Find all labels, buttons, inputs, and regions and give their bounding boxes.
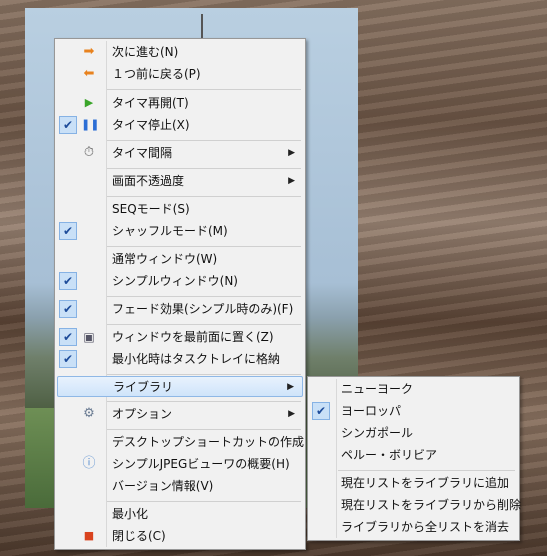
menu-separator: [107, 401, 301, 402]
menu-item-fade[interactable]: ✔ フェード効果(シンプル時のみ)(F): [57, 299, 303, 320]
menu-separator: [107, 89, 301, 90]
menu-item-label: 現在リストをライブラリに追加: [341, 476, 510, 490]
submenu-arrow-icon: ▶: [288, 176, 295, 186]
menu-item-label: 通常ウィンドウ(W): [112, 252, 218, 266]
submenu-item-singapore[interactable]: シンガポール: [310, 423, 517, 444]
menu-item-label: ペルー・ボリビア: [341, 448, 438, 462]
checkmark-icon: ✔: [59, 222, 77, 240]
menu-item-label: 画面不透過度: [112, 174, 185, 188]
photo-tower: [201, 14, 203, 40]
submenu-item-clear[interactable]: ライブラリから全リストを消去: [310, 517, 517, 538]
submenu-arrow-icon: ▶: [288, 409, 295, 419]
menu-item-label: タイマ間隔: [112, 146, 173, 160]
play-icon: ▶: [84, 96, 94, 109]
menu-separator: [107, 429, 301, 430]
arrow-left-icon: ⬅: [83, 66, 95, 81]
checkmark-icon: ✔: [59, 300, 77, 318]
menu-item-label: 閉じる(C): [112, 529, 166, 543]
menu-separator: [107, 196, 301, 197]
menu-item-label: 現在リストをライブラリから削除: [341, 498, 522, 512]
menu-item-opacity[interactable]: 画面不透過度 ▶: [57, 171, 303, 192]
menu-item-label: タイマ再開(T): [112, 96, 189, 110]
menu-item-label: ウィンドウを最前面に置く(Z): [112, 330, 274, 344]
menu-separator: [107, 374, 301, 375]
menu-item-prev[interactable]: ⬅ １つ前に戻る(P): [57, 64, 303, 85]
menu-item-minimize[interactable]: 最小化: [57, 504, 303, 525]
menu-item-shuffle-mode[interactable]: ✔ シャッフルモード(M): [57, 221, 303, 242]
menu-item-options[interactable]: ⚙ オプション ▶: [57, 404, 303, 425]
menu-item-tray[interactable]: ✔ 最小化時はタスクトレイに格納: [57, 349, 303, 370]
menu-item-label: ライブラリ: [113, 380, 174, 394]
menu-item-label: 次に進む(N): [112, 45, 179, 59]
menu-separator: [338, 470, 515, 471]
menu-item-label: SEQモード(S): [112, 202, 190, 216]
menu-item-label: オプション: [112, 407, 173, 421]
checkmark-icon: ✔: [59, 116, 77, 134]
menu-item-seq-mode[interactable]: SEQモード(S): [57, 199, 303, 220]
menu-separator: [107, 296, 301, 297]
submenu-item-add[interactable]: 現在リストをライブラリに追加: [310, 473, 517, 494]
menu-item-library[interactable]: ライブラリ ▶: [57, 376, 303, 397]
menu-item-label: ライブラリから全リストを消去: [341, 520, 510, 534]
menu-item-label: ヨーロッパ: [341, 404, 402, 418]
menu-item-shortcut[interactable]: デスクトップショートカットの作成: [57, 432, 305, 453]
menu-separator: [107, 246, 301, 247]
menu-item-normal-window[interactable]: 通常ウィンドウ(W): [57, 249, 303, 270]
submenu-item-remove[interactable]: 現在リストをライブラリから削除: [310, 495, 521, 516]
gear-icon: ⚙: [83, 406, 95, 421]
menu-separator: [107, 501, 301, 502]
stopwatch-icon: ⏱: [83, 145, 95, 160]
menu-item-label: シンプルウィンドウ(N): [112, 274, 238, 288]
menu-item-simple-window[interactable]: ✔ シンプルウィンドウ(N): [57, 271, 303, 292]
checkmark-icon: ✔: [59, 328, 77, 346]
menu-item-topmost[interactable]: ✔ ▣ ウィンドウを最前面に置く(Z): [57, 327, 303, 348]
checkmark-icon: ✔: [59, 272, 77, 290]
menu-item-label: シンプルJPEGビューワの概要(H): [112, 457, 290, 471]
submenu-item-newyork[interactable]: ニューヨーク: [310, 379, 517, 400]
menu-item-timer-resume[interactable]: ▶ タイマ再開(T): [57, 93, 303, 114]
menu-item-label: 最小化時はタスクトレイに格納: [112, 352, 281, 366]
arrow-right-icon: ➡: [83, 44, 95, 59]
library-submenu: ニューヨーク ✔ ヨーロッパ シンガポール ペルー・ボリビア 現在リストをライブ…: [307, 376, 521, 541]
submenu-arrow-icon: ▶: [288, 148, 295, 158]
menu-item-label: フェード効果(シンプル時のみ)(F): [112, 302, 294, 316]
submenu-arrow-icon: ▶: [287, 382, 294, 392]
menu-item-label: バージョン情報(V): [112, 479, 214, 493]
menu-item-label: シャッフルモード(M): [112, 224, 228, 238]
info-icon: ⓘ: [82, 456, 96, 471]
submenu-item-europe[interactable]: ✔ ヨーロッパ: [310, 401, 517, 422]
menu-item-label: タイマ停止(X): [112, 118, 190, 132]
menu-item-close[interactable]: ■ 閉じる(C): [57, 526, 303, 547]
menu-item-label: ニューヨーク: [341, 382, 414, 396]
close-square-icon: ■: [83, 529, 95, 542]
menu-item-label: デスクトップショートカットの作成: [112, 435, 305, 449]
menu-item-timer-interval[interactable]: ⏱ タイマ間隔 ▶: [57, 143, 303, 164]
menu-separator: [107, 168, 301, 169]
menu-item-label: シンガポール: [341, 426, 414, 440]
window-icon: ▣: [83, 330, 95, 344]
checkmark-icon: ✔: [312, 402, 330, 420]
menu-item-about[interactable]: ⓘ シンプルJPEGビューワの概要(H): [57, 454, 303, 475]
pause-icon: ❚❚: [81, 118, 100, 131]
menu-item-label: 最小化: [112, 507, 149, 521]
submenu-item-peru[interactable]: ペルー・ボリビア: [310, 445, 517, 466]
menu-separator: [107, 140, 301, 141]
menu-item-label: １つ前に戻る(P): [112, 67, 201, 81]
menu-separator: [107, 324, 301, 325]
menu-item-timer-stop[interactable]: ✔ ❚❚ タイマ停止(X): [57, 115, 303, 136]
checkmark-icon: ✔: [59, 350, 77, 368]
context-menu: ➡ 次に進む(N) ⬅ １つ前に戻る(P) ▶ タイマ再開(T) ✔ ❚❚ タイ…: [54, 38, 306, 550]
menu-item-next[interactable]: ➡ 次に進む(N): [57, 42, 303, 63]
menu-item-version[interactable]: バージョン情報(V): [57, 476, 303, 497]
